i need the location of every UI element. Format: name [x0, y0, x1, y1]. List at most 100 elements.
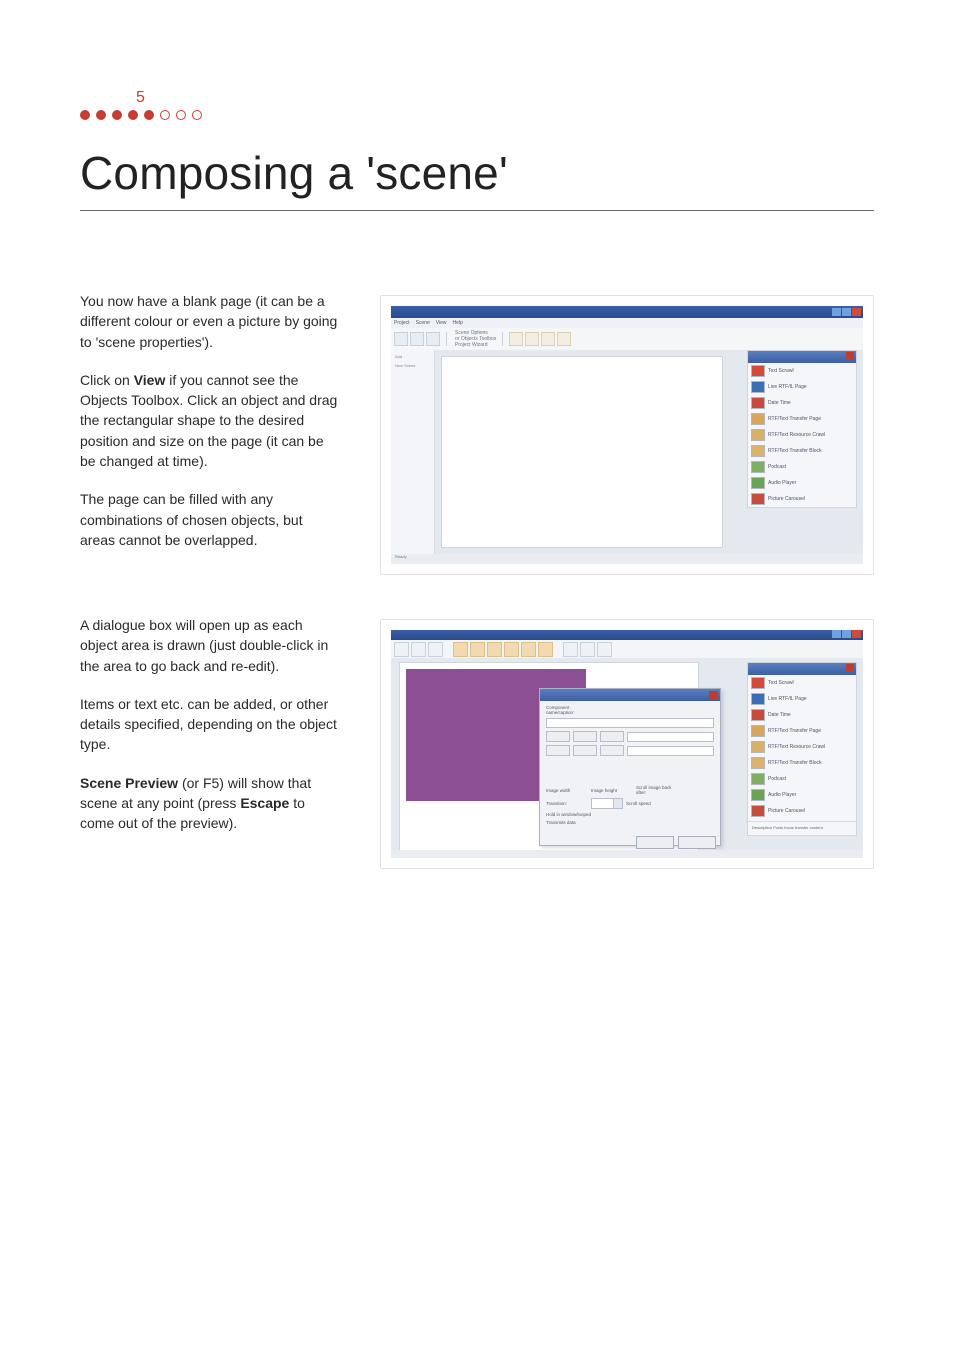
toolbox-item: RTF/Text Transfer Block — [748, 755, 856, 771]
toolbox-item: Picture Carousel — [748, 491, 856, 507]
toolbar-label: Scene Optionsor Objects ToolboxProject W… — [455, 330, 496, 348]
toolbox-titlebar — [748, 351, 856, 363]
content-row-2: A dialogue box will open up as each obje… — [80, 615, 874, 869]
toolbar-button — [453, 642, 468, 657]
toolbox-item: Picture Carousel — [748, 803, 856, 819]
toolbox-item: RTF/Text Resource Crawl — [748, 739, 856, 755]
maximize-icon — [842, 308, 851, 316]
objects-toolbox: Text Scrawl Live RTF/IL Page Date Time RTF/… — [747, 662, 857, 836]
object-type-label: Podcast — [768, 464, 786, 470]
toolbar-button — [509, 332, 523, 346]
close-icon — [846, 664, 854, 671]
toolbox-item: Live RTF/IL Page — [748, 691, 856, 707]
object-type-icon — [751, 413, 765, 425]
object-type-icon — [751, 677, 765, 689]
toolbox-item: RTF/Text Transfer Page — [748, 411, 856, 427]
object-type-label: Date Time — [768, 712, 791, 718]
content-row-1: You now have a blank page (it can be a d… — [80, 291, 874, 575]
maximize-icon — [842, 630, 851, 638]
close-icon — [852, 308, 861, 316]
bold-view: View — [134, 372, 166, 388]
object-type-label: RTF/Text Resource Crawl — [768, 432, 825, 438]
toolbar-button — [428, 642, 443, 657]
object-type-label: Picture Carousel — [768, 808, 805, 814]
app-window: Component name/caption: — [391, 630, 863, 858]
field-label: Component name/caption: — [546, 705, 588, 715]
toolbar-button — [541, 332, 555, 346]
toolbar-button — [538, 642, 553, 657]
toolbar-button — [557, 332, 571, 346]
progress-indicator: 5 — [80, 90, 874, 120]
toolbar-button — [426, 332, 440, 346]
object-type-label: RTF/Text Transfer Block — [768, 448, 822, 454]
status-bar — [391, 850, 863, 858]
toolbox-item: Text Scrawl — [748, 675, 856, 691]
progress-dot-empty — [176, 110, 186, 120]
menu-item: Help — [453, 320, 463, 326]
document-page: 5 Composing a 'scene' You now have a bla… — [0, 0, 954, 1354]
object-type-icon — [751, 709, 765, 721]
object-properties-dialog: Component name/caption: — [539, 688, 721, 846]
toolbar-button — [394, 332, 408, 346]
object-type-icon — [751, 381, 765, 393]
toolbox-item: RTF/Text Transfer Page — [748, 723, 856, 739]
progress-dot — [96, 110, 106, 120]
object-type-label: Text Scrawl — [768, 368, 794, 374]
window-titlebar — [391, 306, 863, 318]
object-type-icon — [751, 773, 765, 785]
menu-item: Scene — [416, 320, 430, 326]
figure-column-2: Component name/caption: — [380, 615, 874, 869]
scene-canvas — [441, 356, 723, 548]
cancel-button — [678, 836, 716, 849]
app-body: Component name/caption: — [391, 658, 863, 850]
object-type-label: Live RTF/IL Page — [768, 384, 807, 390]
object-type-icon — [751, 397, 765, 409]
objects-toolbox: Text Scrawl Live RTF/IL Page Date Time RTF/… — [747, 350, 857, 508]
toolbox-item: Podcast — [748, 771, 856, 787]
toolbox-item: Audio Player — [748, 475, 856, 491]
progress-dot-empty — [160, 110, 170, 120]
title-rule — [80, 210, 874, 211]
progress-number: 5 — [136, 90, 874, 106]
dialog-body: Component name/caption: — [540, 701, 720, 832]
toolbar-separator — [502, 332, 503, 346]
toolbox-item: RTF/Text Transfer Block — [748, 443, 856, 459]
toolbar-button — [410, 332, 424, 346]
object-type-icon — [751, 693, 765, 705]
toolbar-button — [470, 642, 485, 657]
side-label: New Scene — [395, 363, 430, 368]
toolbox-titlebar — [748, 663, 856, 675]
object-type-label: Date Time — [768, 400, 791, 406]
object-type-label: RTF/Text Transfer Page — [768, 728, 821, 734]
toolbox-item: Date Time — [748, 395, 856, 411]
object-type-icon — [751, 725, 765, 737]
progress-dots — [80, 110, 874, 120]
toolbox-item: Live RTF/IL Page — [748, 379, 856, 395]
side-panel: Add New Scene — [391, 350, 435, 554]
object-type-icon — [751, 789, 765, 801]
toolbar-button — [411, 642, 426, 657]
object-type-label: Text Scrawl — [768, 680, 794, 686]
toolbox-description: Description Posts focus transfer content — [748, 821, 856, 835]
option-button — [546, 745, 570, 756]
page-title: Composing a 'scene' — [80, 146, 874, 200]
object-type-label: Audio Player — [768, 792, 796, 798]
menu-bar: Project Scene View Help — [391, 318, 863, 328]
paragraph: Click on View if you cannot see the Obje… — [80, 370, 340, 471]
field-label: Image height — [591, 788, 633, 793]
object-type-label: Audio Player — [768, 480, 796, 486]
menu-item: View — [436, 320, 447, 326]
object-type-icon — [751, 493, 765, 505]
object-type-label: RTF/Text Transfer Page — [768, 416, 821, 422]
side-label: Add — [395, 354, 430, 359]
progress-dot — [128, 110, 138, 120]
progress-dot-empty — [192, 110, 202, 120]
option-input — [627, 746, 714, 756]
screenshot-1: Project Scene View Help Scene Optionsor … — [380, 295, 874, 575]
paragraph: The page can be filled with any combinat… — [80, 489, 340, 550]
object-type-icon — [751, 805, 765, 817]
field-label: Image width — [546, 788, 588, 793]
object-type-icon — [751, 461, 765, 473]
figure-column-1: Project Scene View Help Scene Optionsor … — [380, 291, 874, 575]
minimize-icon — [832, 630, 841, 638]
